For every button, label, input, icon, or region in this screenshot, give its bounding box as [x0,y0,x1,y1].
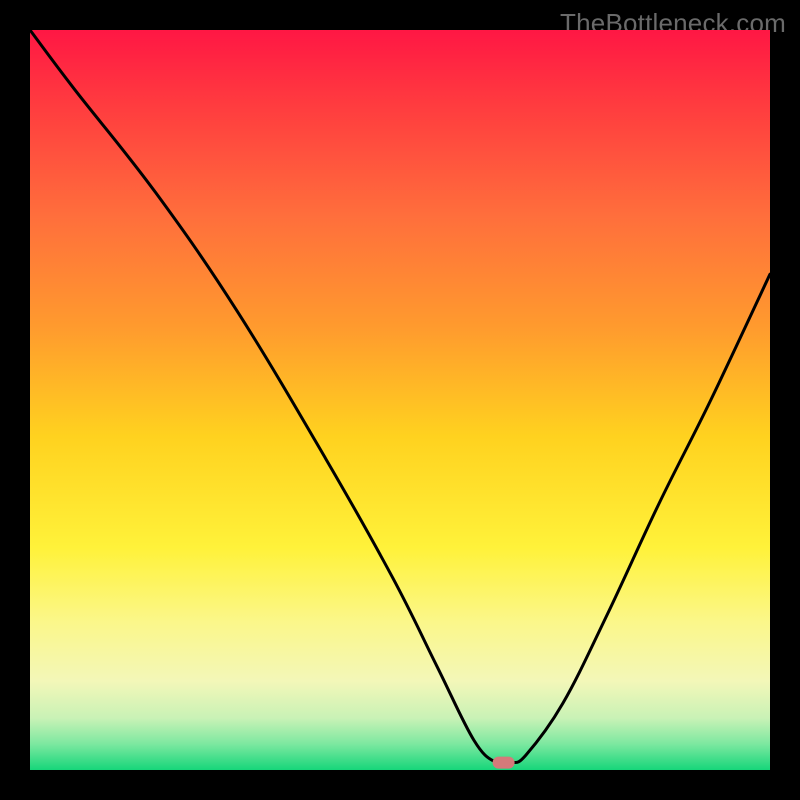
plot-area [30,30,770,770]
optimal-marker [493,757,515,769]
chart-frame: TheBottleneck.com [0,0,800,800]
bottleneck-chart [30,30,770,770]
gradient-background [30,30,770,770]
